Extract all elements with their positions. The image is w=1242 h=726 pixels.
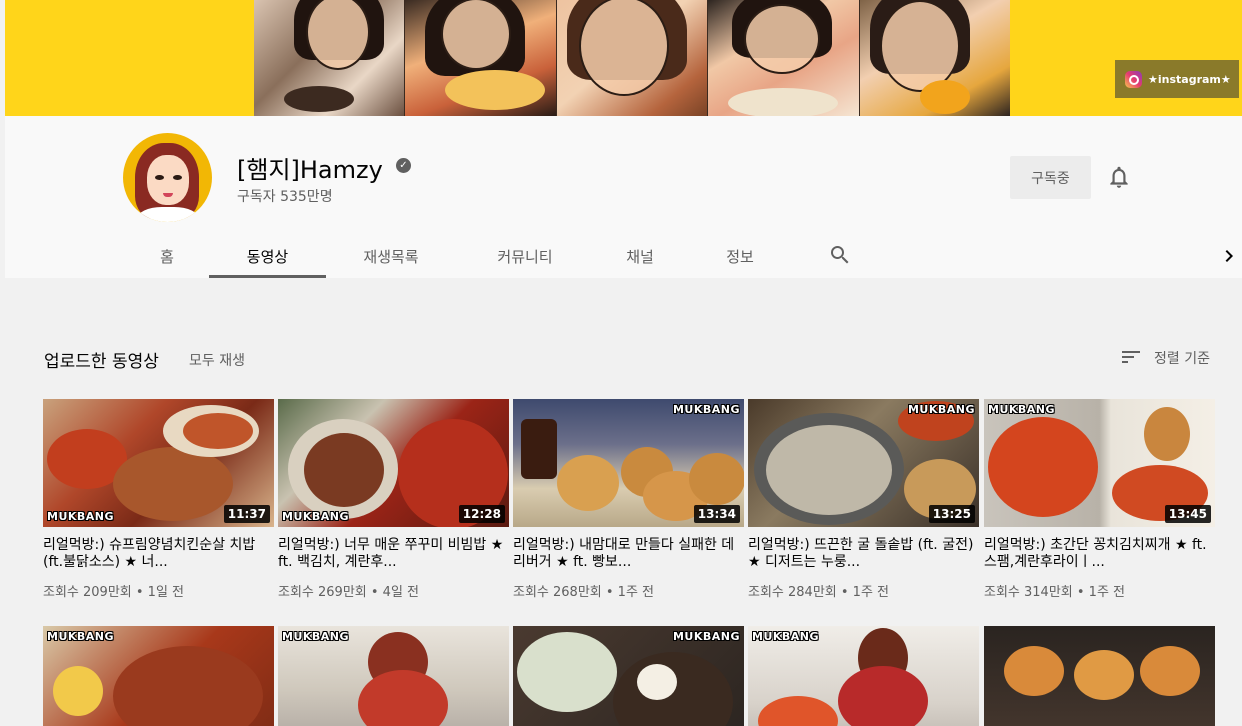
video-thumbnail[interactable]: MUKBANG 12:28 bbox=[278, 399, 509, 527]
mukbang-label: MUKBANG bbox=[282, 510, 350, 523]
video-thumbnail[interactable]: MUKBANG bbox=[278, 626, 509, 726]
video-meta: 조회수 268만회 • 1주 전 bbox=[513, 585, 655, 600]
banner-panel bbox=[859, 0, 1011, 116]
subscribed-button[interactable]: 구독중 bbox=[1010, 156, 1091, 199]
tab-home[interactable]: 홈 bbox=[143, 234, 191, 278]
video-duration: 13:34 bbox=[693, 505, 740, 523]
mukbang-label: MUKBANG bbox=[672, 630, 740, 643]
video-thumbnail[interactable]: MUKBANG bbox=[513, 626, 744, 726]
video-card[interactable]: MUKBANG bbox=[278, 626, 509, 726]
video-title[interactable]: 리얼먹방:) 내맘대로 만들다 실패한 데리버거 ★ ft. 빵보... bbox=[513, 537, 744, 571]
video-card[interactable]: MUKBANG 12:28 리얼먹방:) 너무 매운 쭈꾸미 비빔밥 ★ ft.… bbox=[278, 399, 509, 600]
video-card[interactable]: MUKBANG 13:25 리얼먹방:) 뜨끈한 굴 돌솥밥 (ft. 굴전) … bbox=[748, 399, 979, 600]
video-duration: 12:28 bbox=[458, 505, 505, 523]
subscriber-count: 구독자 535만명 bbox=[237, 189, 333, 205]
video-meta: 조회수 269만회 • 4일 전 bbox=[278, 585, 420, 600]
video-title[interactable]: 리얼먹방:) 초간단 꽁치김치찌개 ★ ft.스팸,계란후라이ㅣ... bbox=[984, 537, 1215, 571]
video-title[interactable]: 리얼먹방:) 뜨끈한 굴 돌솥밥 (ft. 굴전) ★ 디저트는 누룽... bbox=[748, 537, 979, 571]
channel-name: [햄지]Hamzy bbox=[237, 156, 383, 184]
channel-tabs: 홈 동영상 재생목록 커뮤니티 채널 정보 bbox=[5, 234, 1242, 278]
tab-channels[interactable]: 채널 bbox=[613, 234, 667, 278]
video-thumbnail[interactable]: MUKBANG 13:34 bbox=[513, 399, 744, 527]
banner-panel bbox=[254, 0, 406, 116]
video-thumbnail[interactable]: MUKBANG 13:45 bbox=[984, 399, 1215, 527]
verified-check-icon: ✓ bbox=[396, 158, 411, 173]
sort-icon[interactable] bbox=[1119, 345, 1143, 369]
video-meta: 조회수 209만회 • 1일 전 bbox=[43, 585, 185, 600]
search-icon[interactable] bbox=[828, 243, 852, 267]
mukbang-label: MUKBANG bbox=[907, 403, 975, 416]
video-card[interactable]: MUKBANG 11:37 리얼먹방:) 슈프림양념치킨순살 치밥 (ft.불닭… bbox=[43, 399, 274, 600]
video-thumbnail[interactable]: MUKBANG bbox=[748, 626, 979, 726]
video-meta: 조회수 314만회 • 1주 전 bbox=[984, 585, 1126, 600]
banner-panel bbox=[708, 0, 860, 116]
video-thumbnail[interactable] bbox=[984, 626, 1215, 726]
video-title[interactable]: 리얼먹방:) 너무 매운 쭈꾸미 비빔밥 ★ ft. 백김치, 계란후... bbox=[278, 537, 509, 571]
channel-avatar[interactable] bbox=[123, 133, 212, 222]
video-card[interactable] bbox=[984, 626, 1215, 726]
chevron-right-icon[interactable] bbox=[1217, 244, 1241, 268]
sort-button[interactable]: 정렬 기준 bbox=[1154, 348, 1210, 368]
tab-videos[interactable]: 동영상 bbox=[209, 234, 326, 278]
video-duration: 13:25 bbox=[928, 505, 975, 523]
mukbang-label: MUKBANG bbox=[47, 630, 115, 643]
tab-playlists[interactable]: 재생목록 bbox=[345, 234, 437, 278]
mukbang-label: MUKBANG bbox=[672, 403, 740, 416]
mukbang-label: MUKBANG bbox=[282, 630, 350, 643]
play-all-button[interactable]: 모두 재생 bbox=[189, 350, 245, 370]
bell-icon[interactable] bbox=[1106, 164, 1132, 190]
video-card[interactable]: MUKBANG bbox=[513, 626, 744, 726]
mukbang-label: MUKBANG bbox=[47, 510, 115, 523]
channel-header: [햄지]Hamzy ✓ 구독자 535만명 구독중 홈 동영상 재생목록 커뮤니… bbox=[5, 116, 1242, 278]
video-duration: 13:45 bbox=[1164, 505, 1211, 523]
video-title[interactable]: 리얼먹방:) 슈프림양념치킨순살 치밥 (ft.불닭소스) ★ 너... bbox=[43, 537, 274, 571]
banner-panel bbox=[556, 0, 709, 116]
banner-panel bbox=[405, 0, 557, 116]
video-thumbnail[interactable]: MUKBANG bbox=[43, 626, 274, 726]
video-card[interactable]: MUKBANG bbox=[748, 626, 979, 726]
mukbang-label: MUKBANG bbox=[752, 630, 820, 643]
video-duration: 11:37 bbox=[223, 505, 270, 523]
video-meta: 조회수 284만회 • 1주 전 bbox=[748, 585, 890, 600]
video-thumbnail[interactable]: MUKBANG 11:37 bbox=[43, 399, 274, 527]
mukbang-label: MUKBANG bbox=[988, 403, 1056, 416]
section-title: 업로드한 동영상 bbox=[44, 352, 159, 372]
tab-about[interactable]: 정보 bbox=[713, 234, 767, 278]
instagram-icon bbox=[1125, 70, 1142, 88]
video-card[interactable]: MUKBANG 13:34 리얼먹방:) 내맘대로 만들다 실패한 데리버거 ★… bbox=[513, 399, 744, 600]
banner-artwork bbox=[254, 0, 1011, 116]
instagram-link[interactable]: ★instagram★ bbox=[1115, 60, 1239, 98]
video-card[interactable]: MUKBANG 13:45 리얼먹방:) 초간단 꽁치김치찌개 ★ ft.스팸,… bbox=[984, 399, 1215, 600]
youtube-channel-page: ★instagram★ [햄지]Hamzy ✓ 구독자 535만명 구독중 홈 … bbox=[0, 0, 1242, 726]
video-thumbnail[interactable]: MUKBANG 13:25 bbox=[748, 399, 979, 527]
instagram-label: ★instagram★ bbox=[1148, 72, 1231, 86]
tab-community[interactable]: 커뮤니티 bbox=[475, 234, 575, 278]
video-card[interactable]: MUKBANG bbox=[43, 626, 274, 726]
channel-banner: ★instagram★ bbox=[0, 0, 1242, 116]
